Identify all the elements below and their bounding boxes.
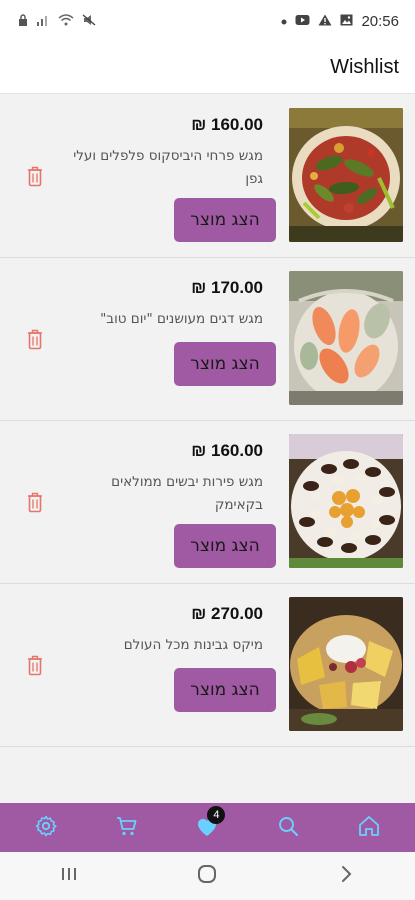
product-image[interactable] bbox=[289, 434, 403, 568]
item-price: 160.00 ₪ bbox=[191, 441, 263, 460]
wishlist-item: 270.00 ₪ מיקס גבינות מכל העולם הצג מוצר bbox=[0, 584, 415, 747]
back-button[interactable] bbox=[326, 856, 366, 896]
wishlist-item: 170.00 ₪ מגש דגים מעושנים "יום טוב" הצג … bbox=[0, 258, 415, 421]
view-product-button[interactable]: הצג מוצר bbox=[174, 198, 276, 242]
item-name: מגש פירות יבשים ממולאים בקאימק bbox=[111, 474, 263, 513]
item-name: מיקס גבינות מכל העולם bbox=[123, 637, 263, 653]
wishlist-count-badge: 4 bbox=[207, 805, 226, 824]
wishlist-list: 160.00 ₪ מגש פרחי היביסקוס פלפלים ועלי ג… bbox=[0, 95, 415, 747]
nav-cart[interactable] bbox=[107, 808, 147, 848]
search-icon bbox=[276, 814, 300, 842]
lock-icon bbox=[18, 14, 28, 28]
status-right-icons: 20:56 bbox=[281, 13, 399, 30]
item-name: מגש פרחי היביסקוס פלפלים ועלי גפן bbox=[73, 148, 263, 187]
nav-wishlist[interactable]: 4 bbox=[187, 805, 227, 848]
product-image[interactable] bbox=[289, 597, 403, 731]
recent-apps-button[interactable] bbox=[49, 856, 89, 896]
app-bar: Wishlist bbox=[0, 42, 415, 94]
view-product-button[interactable]: הצג מוצר bbox=[174, 342, 276, 386]
status-bar: 20:56 bbox=[0, 0, 415, 42]
trash-icon[interactable] bbox=[26, 654, 44, 676]
mute-icon bbox=[82, 14, 96, 28]
status-time: 20:56 bbox=[361, 12, 399, 30]
nav-settings[interactable] bbox=[26, 808, 66, 848]
youtube-icon bbox=[295, 14, 310, 28]
item-price: 270.00 ₪ bbox=[191, 604, 263, 623]
bottom-nav: 4 bbox=[0, 803, 415, 852]
item-price: 170.00 ₪ bbox=[191, 278, 263, 297]
wishlist-item: 160.00 ₪ מגש פירות יבשים ממולאים בקאימק … bbox=[0, 421, 415, 584]
system-nav-bar bbox=[0, 852, 415, 900]
product-image[interactable] bbox=[289, 271, 403, 405]
view-product-button[interactable]: הצג מוצר bbox=[174, 668, 276, 712]
item-price: 160.00 ₪ bbox=[191, 115, 263, 134]
signal-icon bbox=[36, 14, 50, 28]
cart-icon bbox=[115, 814, 139, 842]
trash-icon[interactable] bbox=[26, 328, 44, 350]
home-circle-icon bbox=[197, 864, 217, 888]
product-image[interactable] bbox=[289, 108, 403, 242]
view-product-button[interactable]: הצג מוצר bbox=[174, 524, 276, 568]
home-icon bbox=[357, 814, 381, 842]
item-name: מגש דגים מעושנים "יום טוב" bbox=[100, 311, 263, 327]
nav-home[interactable] bbox=[349, 808, 389, 848]
warning-icon bbox=[318, 14, 332, 28]
chevron-right-icon bbox=[340, 865, 352, 887]
page-title: Wishlist bbox=[330, 56, 399, 78]
home-system-button[interactable] bbox=[187, 856, 227, 896]
image-icon bbox=[340, 14, 353, 28]
nav-search[interactable] bbox=[268, 808, 308, 848]
wifi-icon bbox=[58, 14, 74, 28]
status-left-icons bbox=[18, 14, 96, 28]
trash-icon[interactable] bbox=[26, 165, 44, 187]
recent-apps-icon bbox=[60, 866, 78, 886]
wishlist-item: 160.00 ₪ מגש פרחי היביסקוס פלפלים ועלי ג… bbox=[0, 95, 415, 258]
trash-icon[interactable] bbox=[26, 491, 44, 513]
settings-icon bbox=[34, 814, 58, 842]
dot-icon bbox=[281, 15, 287, 27]
